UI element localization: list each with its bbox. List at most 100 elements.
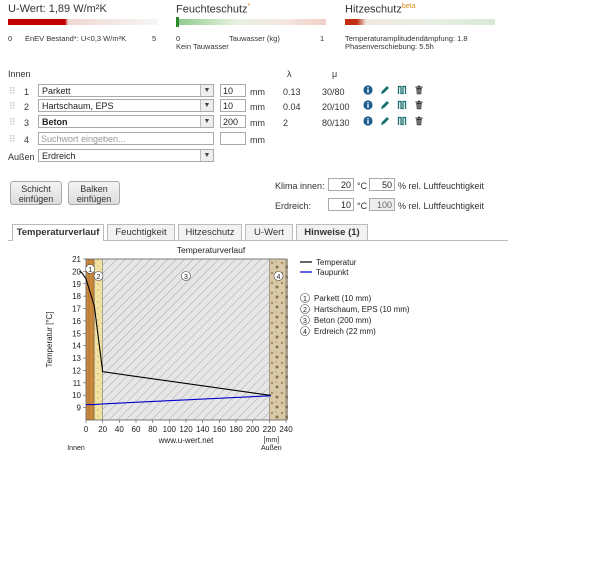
row-num: 4 [24, 135, 30, 145]
uwert-scale-left: 0 [8, 34, 13, 43]
drag-handle-icon[interactable]: ⠿ [9, 134, 16, 145]
y-tick-label: 12 [72, 366, 81, 375]
layer-marker-label-1: 1 [88, 267, 92, 274]
unit-label: mm [250, 87, 265, 97]
x-label-aussen: Außen [261, 445, 282, 452]
y-tick-label: 11 [73, 379, 82, 388]
erdreich-rh-input[interactable]: 100 [369, 198, 395, 211]
y-tick-label: 15 [72, 329, 81, 338]
x-tick-label: 20 [98, 425, 107, 434]
x-label-innen: Innen [67, 445, 85, 452]
layer-marker-label-3: 3 [184, 274, 188, 281]
mu-header: μ [332, 69, 338, 79]
chevron-down-icon: ▼ [200, 85, 213, 96]
row-num: 2 [24, 102, 30, 112]
mu-value: 80/130 [322, 118, 350, 128]
chevron-down-icon: ▼ [200, 150, 213, 161]
tab-feuchtigkeit[interactable]: Feuchtigkeit [107, 224, 175, 240]
edit-pencil-icon[interactable] [380, 85, 390, 95]
feuchte-sub: Kein Tauwasser [176, 42, 229, 51]
y-tick-label: 13 [72, 354, 81, 363]
drag-handle-icon[interactable]: ⠿ [9, 101, 16, 112]
hitze-line2: Phasenverschiebung: 5.5h [345, 42, 434, 51]
info-icon[interactable] [363, 116, 373, 126]
x-tick-label: 200 [246, 425, 260, 434]
layer-legend-label: Beton (200 mm) [314, 316, 372, 325]
thickness-input[interactable]: 200 [220, 115, 246, 128]
material-select[interactable]: Beton ▼ [38, 115, 214, 128]
layer-legend-num: 3 [303, 318, 307, 325]
layer-band-3 [102, 258, 270, 421]
innen-temp-input[interactable]: 20 [328, 178, 354, 191]
edit-pencil-icon[interactable] [380, 100, 390, 110]
y-tick-label: 21 [72, 255, 81, 264]
unit-label: mm [250, 118, 265, 128]
material-select[interactable]: Parkett ▼ [38, 84, 214, 97]
layer-legend-label: Hartschaum, EPS (10 mm) [314, 305, 410, 314]
x-tick-label: 120 [179, 425, 193, 434]
tab-hitzeschutz[interactable]: Hitzeschutz [178, 224, 242, 240]
mu-value: 20/100 [322, 102, 350, 112]
x-tick-label: 60 [132, 425, 141, 434]
y-tick-label: 9 [77, 404, 82, 413]
erdreich-temp-unit: °C [357, 201, 368, 211]
x-label-unit: [mm] [264, 437, 280, 444]
layer-marker-label-4: 4 [277, 274, 281, 281]
schicht-einfuegen-button[interactable]: Schicht einfügen [10, 181, 62, 205]
balken-einfuegen-button[interactable]: Balken einfügen [68, 181, 120, 205]
thickness-input[interactable]: 10 [220, 84, 246, 97]
hatch-pattern-icon[interactable] [397, 85, 407, 95]
uwert-scale-right: 5 [152, 34, 157, 43]
feuchte-scale-right: 1 [320, 34, 325, 43]
hatch-pattern-icon[interactable] [397, 116, 407, 126]
x-tick-label: 220 [263, 425, 277, 434]
hitze-title: Hitzeschutzbeta [345, 3, 416, 16]
aussen-select[interactable]: Erdreich ▼ [38, 149, 214, 162]
lambda-value: 0.13 [283, 87, 301, 97]
thickness-input[interactable] [220, 132, 246, 145]
trash-icon[interactable] [414, 100, 424, 110]
erdreich-label: Erdreich: [275, 201, 312, 211]
layer-legend-num: 4 [303, 329, 307, 336]
innen-label: Innen [8, 69, 31, 79]
x-tick-label: 80 [148, 425, 157, 434]
edit-pencil-icon[interactable] [380, 116, 390, 126]
tab-hinweise[interactable]: Hinweise (1) [296, 224, 368, 240]
tab-uwert[interactable]: U-Wert [245, 224, 293, 240]
info-icon[interactable] [363, 100, 373, 110]
hitze-bar [345, 19, 495, 25]
y-tick-label: 18 [72, 292, 81, 301]
info-icon[interactable] [363, 85, 373, 95]
row-num: 1 [24, 87, 30, 97]
x-label-center: www.u-wert.net [158, 436, 214, 445]
layer-legend-label: Parkett (10 mm) [314, 294, 372, 303]
unit-label: mm [250, 102, 265, 112]
lambda-value: 0.04 [283, 102, 301, 112]
x-tick-label: 140 [196, 425, 210, 434]
y-tick-label: 14 [72, 342, 81, 351]
lambda-value: 2 [283, 118, 289, 128]
drag-handle-icon[interactable]: ⠿ [9, 86, 16, 97]
trash-icon[interactable] [414, 85, 424, 95]
material-search-input[interactable]: Suchwort eingeben... [38, 132, 214, 145]
thickness-input[interactable]: 10 [220, 99, 246, 112]
feuchte-bar [176, 19, 326, 25]
innen-rh-input[interactable]: 50 [369, 178, 395, 191]
chevron-down-icon: ▼ [200, 116, 213, 127]
hatch-pattern-icon[interactable] [397, 100, 407, 110]
legend-label-temperatur: Temperatur [316, 258, 357, 267]
chevron-down-icon: ▼ [200, 100, 213, 111]
x-tick-label: 180 [229, 425, 243, 434]
innen-rh-label: % rel. Luftfeuchtigkeit [398, 181, 485, 191]
tab-temperaturverlauf[interactable]: Temperaturverlauf [12, 224, 104, 241]
aussen-label: Außen [8, 152, 35, 162]
feuchte-title: Feuchteschutz* [176, 3, 251, 16]
x-tick-label: 160 [213, 425, 227, 434]
erdreich-temp-input[interactable]: 10 [328, 198, 354, 211]
drag-handle-icon[interactable]: ⠿ [9, 117, 16, 128]
trash-icon[interactable] [414, 116, 424, 126]
x-tick-label: 100 [163, 425, 177, 434]
uwert-scale-mid: EnEV Bestand*: U<0,3 W/m²K [25, 34, 127, 43]
material-select[interactable]: Hartschaum, EPS ▼ [38, 99, 214, 112]
layer-marker-label-2: 2 [97, 274, 101, 281]
